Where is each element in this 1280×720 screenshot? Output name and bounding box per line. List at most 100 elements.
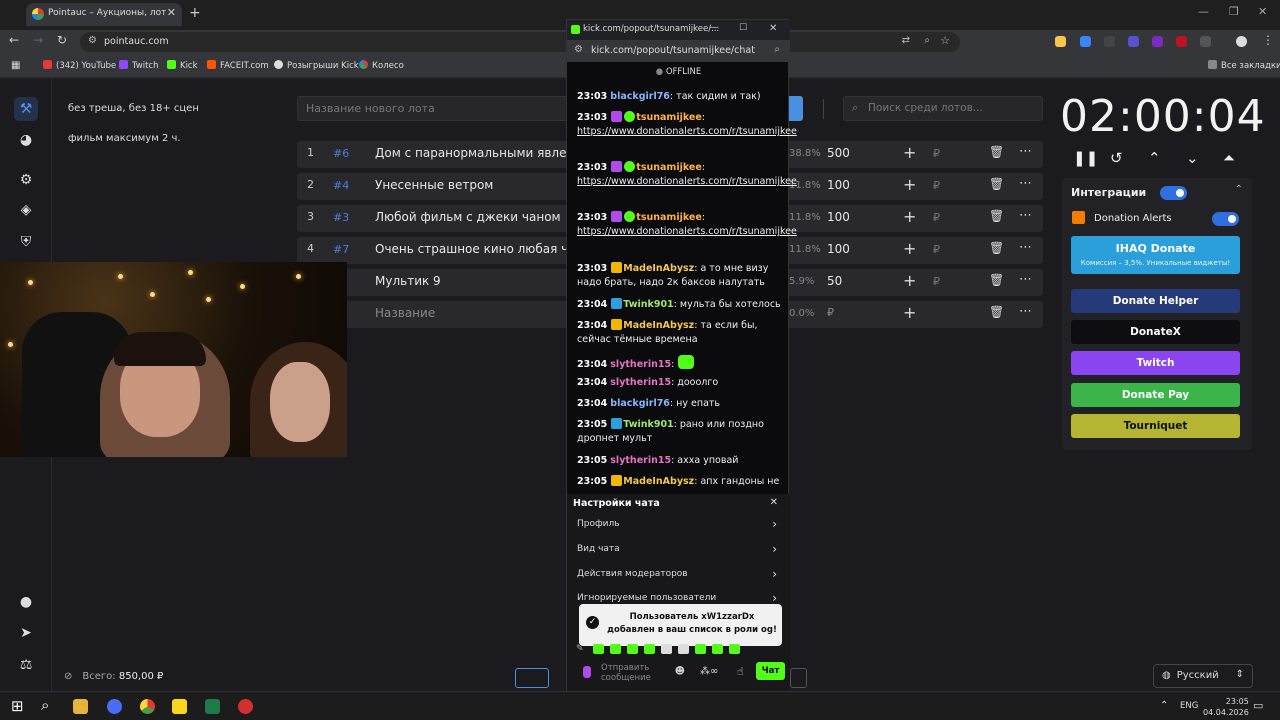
terminal-icon[interactable] — [205, 699, 220, 714]
donate-helper-button[interactable]: Donate Helper — [1071, 289, 1240, 313]
language-select[interactable]: ◍ Русский ⇕ — [1153, 664, 1253, 688]
chat-username[interactable]: MadeInAbysz — [623, 320, 694, 331]
eye-off-icon[interactable]: ⊘ — [64, 671, 72, 682]
tab-close-icon[interactable]: ✕ — [167, 6, 176, 19]
bookmark-faceit[interactable]: FACEIT.com — [207, 60, 269, 71]
emote-icon[interactable] — [712, 644, 723, 654]
save-button[interactable] — [515, 668, 549, 688]
bookmark-youtube[interactable]: (342) YouTube — [43, 60, 116, 71]
lot-name[interactable]: Унесенные ветром — [375, 178, 493, 192]
bookmark-kick[interactable]: Kick — [167, 60, 198, 71]
site-info-icon[interactable]: ⚙ — [88, 35, 97, 46]
bookmark-kick-giveaways[interactable]: Розыгрыши Kick — [274, 60, 359, 71]
back-icon[interactable]: ← — [9, 33, 19, 47]
twitch-button[interactable]: Twitch — [1071, 351, 1240, 375]
chat-username[interactable]: slytherin15 — [610, 359, 671, 370]
settings-item-chat-view[interactable]: Вид чата › — [577, 542, 777, 556]
browser-tab[interactable]: Pointauc – Аукционы, лотереи... ✕ — [26, 3, 182, 26]
forward-icon[interactable]: → — [33, 33, 43, 47]
settings-gear-icon[interactable]: ⚙ — [14, 168, 38, 192]
extensions-puzzle-icon[interactable] — [1200, 36, 1211, 47]
settings-close-icon[interactable]: ✕ — [770, 497, 778, 508]
lot-search-input[interactable]: ⌕ Поиск среди лотов... — [843, 96, 1043, 121]
settings-item-mod-actions[interactable]: Действия модераторов › — [577, 567, 777, 581]
all-bookmarks[interactable]: Все закладки — [1208, 60, 1280, 71]
chat-username[interactable]: Twink901 — [623, 299, 673, 310]
more-options-icon[interactable]: ⋯ — [1019, 144, 1032, 159]
lot-name[interactable]: Очень страшное кино любая час — [375, 242, 582, 256]
chat-username[interactable]: tsunamijkee — [636, 162, 702, 173]
system-clock[interactable]: 23:05 04.04.2026 — [1203, 696, 1249, 718]
chat-username[interactable]: tsunamijkee — [636, 212, 702, 223]
maximize-icon[interactable]: ❐ — [1229, 5, 1239, 18]
emote-icon[interactable] — [729, 644, 740, 654]
integrations-toggle[interactable] — [1160, 186, 1187, 200]
wheel-chart-icon[interactable]: ◕ — [14, 128, 38, 152]
lot-name[interactable]: Мультик 9 — [375, 274, 441, 288]
apps-grid-icon[interactable]: ▦ — [11, 60, 20, 71]
donatex-button[interactable]: DonateX — [1071, 320, 1240, 344]
more-options-icon[interactable]: ⋯ — [1019, 272, 1032, 287]
delete-lot-icon[interactable]: 🗑 — [989, 209, 1004, 223]
delete-lot-icon[interactable]: 🗑 — [989, 305, 1004, 319]
file-explorer-icon[interactable] — [73, 699, 88, 714]
lot-amount[interactable]: 100 — [827, 178, 850, 192]
emote-icon[interactable] — [627, 644, 638, 654]
emote-icon[interactable] — [610, 644, 621, 654]
list-button[interactable] — [790, 668, 807, 688]
app-icon[interactable] — [238, 699, 253, 714]
donate-pay-button[interactable]: Donate Pay — [1071, 383, 1240, 407]
delete-lot-icon[interactable]: 🗑 — [989, 145, 1004, 159]
lot-amount[interactable]: ₽ — [827, 306, 834, 319]
bookmark-wheel[interactable]: Колесо — [359, 60, 404, 71]
more-options-icon[interactable]: ⋯ — [1019, 240, 1032, 255]
extension-icon[interactable] — [1080, 36, 1091, 47]
reload-icon[interactable]: ↻ — [57, 33, 67, 47]
points-icon[interactable]: ⁂∞ — [700, 666, 718, 677]
input-language[interactable]: ENG — [1180, 701, 1198, 711]
app-icon[interactable] — [172, 699, 187, 714]
app-icon[interactable] — [107, 699, 122, 714]
more-options-icon[interactable]: ⋯ — [1019, 176, 1032, 191]
extension-icon[interactable] — [1152, 36, 1163, 47]
chat-send-button[interactable]: Чат — [756, 662, 785, 680]
add-amount-icon[interactable]: + — [903, 143, 916, 162]
popup-maximize-icon[interactable]: ☐ — [739, 23, 747, 33]
minimize-icon[interactable]: — — [1198, 5, 1209, 18]
bookmark-twitch[interactable]: Twitch — [119, 60, 159, 71]
chat-username[interactable]: tsunamijkee — [636, 112, 702, 123]
emote-icon[interactable] — [661, 644, 672, 654]
emote-icon[interactable] — [593, 644, 604, 654]
tourniquet-button[interactable]: Tourniquet — [1071, 414, 1240, 438]
lot-amount[interactable]: 100 — [827, 210, 850, 224]
extension-icon[interactable] — [1176, 36, 1187, 47]
timer-up-icon[interactable]: ⌃ — [1148, 149, 1161, 167]
windows-start-icon[interactable]: ⊞ — [11, 697, 24, 715]
chat-username[interactable]: MadeInAbysz — [623, 263, 694, 274]
chat-link[interactable]: https://www.donationalerts.com/r/tsunami… — [577, 175, 797, 189]
delete-lot-icon[interactable]: 🗑 — [989, 177, 1004, 191]
chat-username[interactable]: blackgirl76 — [610, 91, 670, 102]
ihaq-donate-button[interactable]: IHAQ Donate Комиссия – 3,5%. Уникальные … — [1071, 236, 1240, 274]
chat-link[interactable]: https://www.donationalerts.com/r/tsunami… — [577, 125, 797, 139]
extension-icon[interactable] — [1055, 36, 1066, 47]
new-lot-input[interactable]: Название нового лота — [297, 96, 569, 121]
notifications-icon[interactable]: ▭ — [1253, 699, 1263, 712]
timer-down-icon[interactable]: ⌄ — [1186, 149, 1199, 167]
pause-icon[interactable]: ❚❚ — [1073, 149, 1098, 167]
timer-max-icon[interactable]: ⏶ — [1223, 149, 1235, 167]
lot-amount[interactable]: 50 — [827, 274, 842, 288]
emote-icon[interactable] — [644, 644, 655, 654]
add-amount-icon[interactable]: + — [903, 303, 916, 322]
browser-menu-icon[interactable]: ⋮ — [1262, 33, 1274, 47]
shield-icon[interactable]: ⛨ — [14, 230, 38, 254]
chat-username[interactable]: Twink901 — [623, 419, 673, 430]
auction-hammer-icon[interactable]: ⚒ — [14, 97, 38, 121]
chat-link[interactable]: https://www.donationalerts.com/r/tsunami… — [577, 225, 797, 239]
delete-lot-icon[interactable]: 🗑 — [989, 241, 1004, 255]
chat-username[interactable]: slytherin15 — [610, 377, 671, 388]
lot-name[interactable]: Любой фильм с джеки чаном — [375, 210, 561, 224]
extension-icon[interactable] — [1128, 36, 1139, 47]
tray-chevron-icon[interactable]: ⌃ — [1160, 700, 1168, 711]
more-options-icon[interactable]: ⋯ — [1019, 304, 1032, 319]
